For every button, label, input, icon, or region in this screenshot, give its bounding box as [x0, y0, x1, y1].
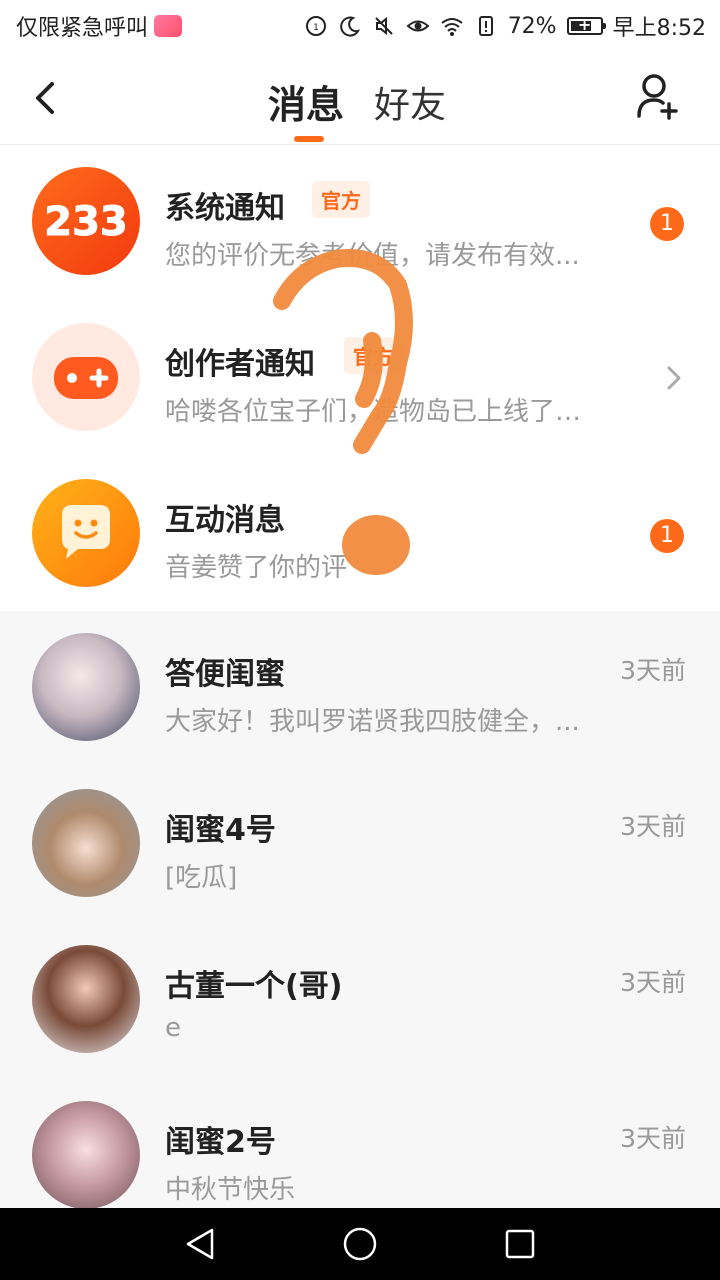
chat-time: 3天前 — [620, 968, 686, 997]
tab-friends[interactable]: 好友 — [374, 76, 446, 128]
battery-percent: 72% — [507, 13, 557, 39]
chat-preview: e — [165, 1013, 181, 1043]
chat-name: 闺蜜4号 — [165, 813, 276, 848]
chat-row[interactable]: 闺蜜4号 3天前 [吃瓜] — [0, 767, 720, 923]
svg-text:1: 1 — [313, 23, 319, 33]
avatar — [32, 1101, 140, 1208]
nav-back-icon[interactable] — [182, 1226, 218, 1262]
avatar — [32, 945, 140, 1053]
tab-messages[interactable]: 消息 — [268, 74, 344, 129]
sim-alert-icon — [474, 14, 498, 38]
avatar — [32, 789, 140, 897]
eye-icon — [406, 14, 430, 38]
chat-row[interactable]: 答便闺蜜 3天前 大家好！我叫罗诺贤我四肢健全，... — [0, 611, 720, 767]
active-tab-indicator — [294, 136, 324, 142]
avatar — [32, 633, 140, 741]
wifi-icon — [440, 14, 464, 38]
back-arrow-icon[interactable] — [30, 76, 70, 120]
carrier-text: 仅限紧急呼叫 — [16, 16, 149, 41]
hd-icon: 1 — [304, 14, 328, 38]
app-badge-icon — [154, 15, 183, 37]
chat-time: 3天前 — [620, 1124, 686, 1153]
status-bar: 仅限紧急呼叫 1 72% + 早上8:52 — [0, 0, 720, 52]
chat-row[interactable]: 闺蜜2号 3天前 中秋节快乐 — [0, 1079, 720, 1208]
chat-preview: 中秋节快乐 — [165, 1175, 296, 1205]
battery-icon: + — [566, 15, 606, 35]
chat-time: 3天前 — [620, 656, 686, 685]
chat-preview: [吃瓜] — [165, 863, 238, 893]
chat-preview: 大家好！我叫罗诺贤我四肢健全，... — [165, 707, 580, 737]
chat-name: 答便闺蜜 — [165, 657, 285, 692]
chat-row[interactable]: 古董一个(哥) 3天前 e — [0, 923, 720, 1079]
marker-scribble — [273, 249, 413, 575]
chat-name: 闺蜜2号 — [165, 1125, 276, 1160]
top-bar: 消息 好友 — [0, 52, 720, 145]
nav-home-icon[interactable] — [342, 1226, 378, 1262]
nav-recents-icon[interactable] — [502, 1226, 538, 1262]
mute-icon — [372, 14, 396, 38]
chat-name: 古董一个(哥) — [165, 969, 343, 1004]
chat-time: 3天前 — [620, 812, 686, 841]
notice-list: 233 系统通知 官方 您的评价无参考价值，请发布有效... 1 创作者通知 官… — [0, 145, 720, 611]
friend-chat-list: 答便闺蜜 3天前 大家好！我叫罗诺贤我四肢健全，... 闺蜜4号 3天前 [吃瓜… — [0, 611, 720, 1208]
add-friend-icon[interactable] — [636, 72, 680, 120]
moon-icon — [338, 14, 362, 38]
system-nav-bar — [0, 1208, 720, 1280]
clock-text: 早上8:52 — [612, 16, 706, 41]
